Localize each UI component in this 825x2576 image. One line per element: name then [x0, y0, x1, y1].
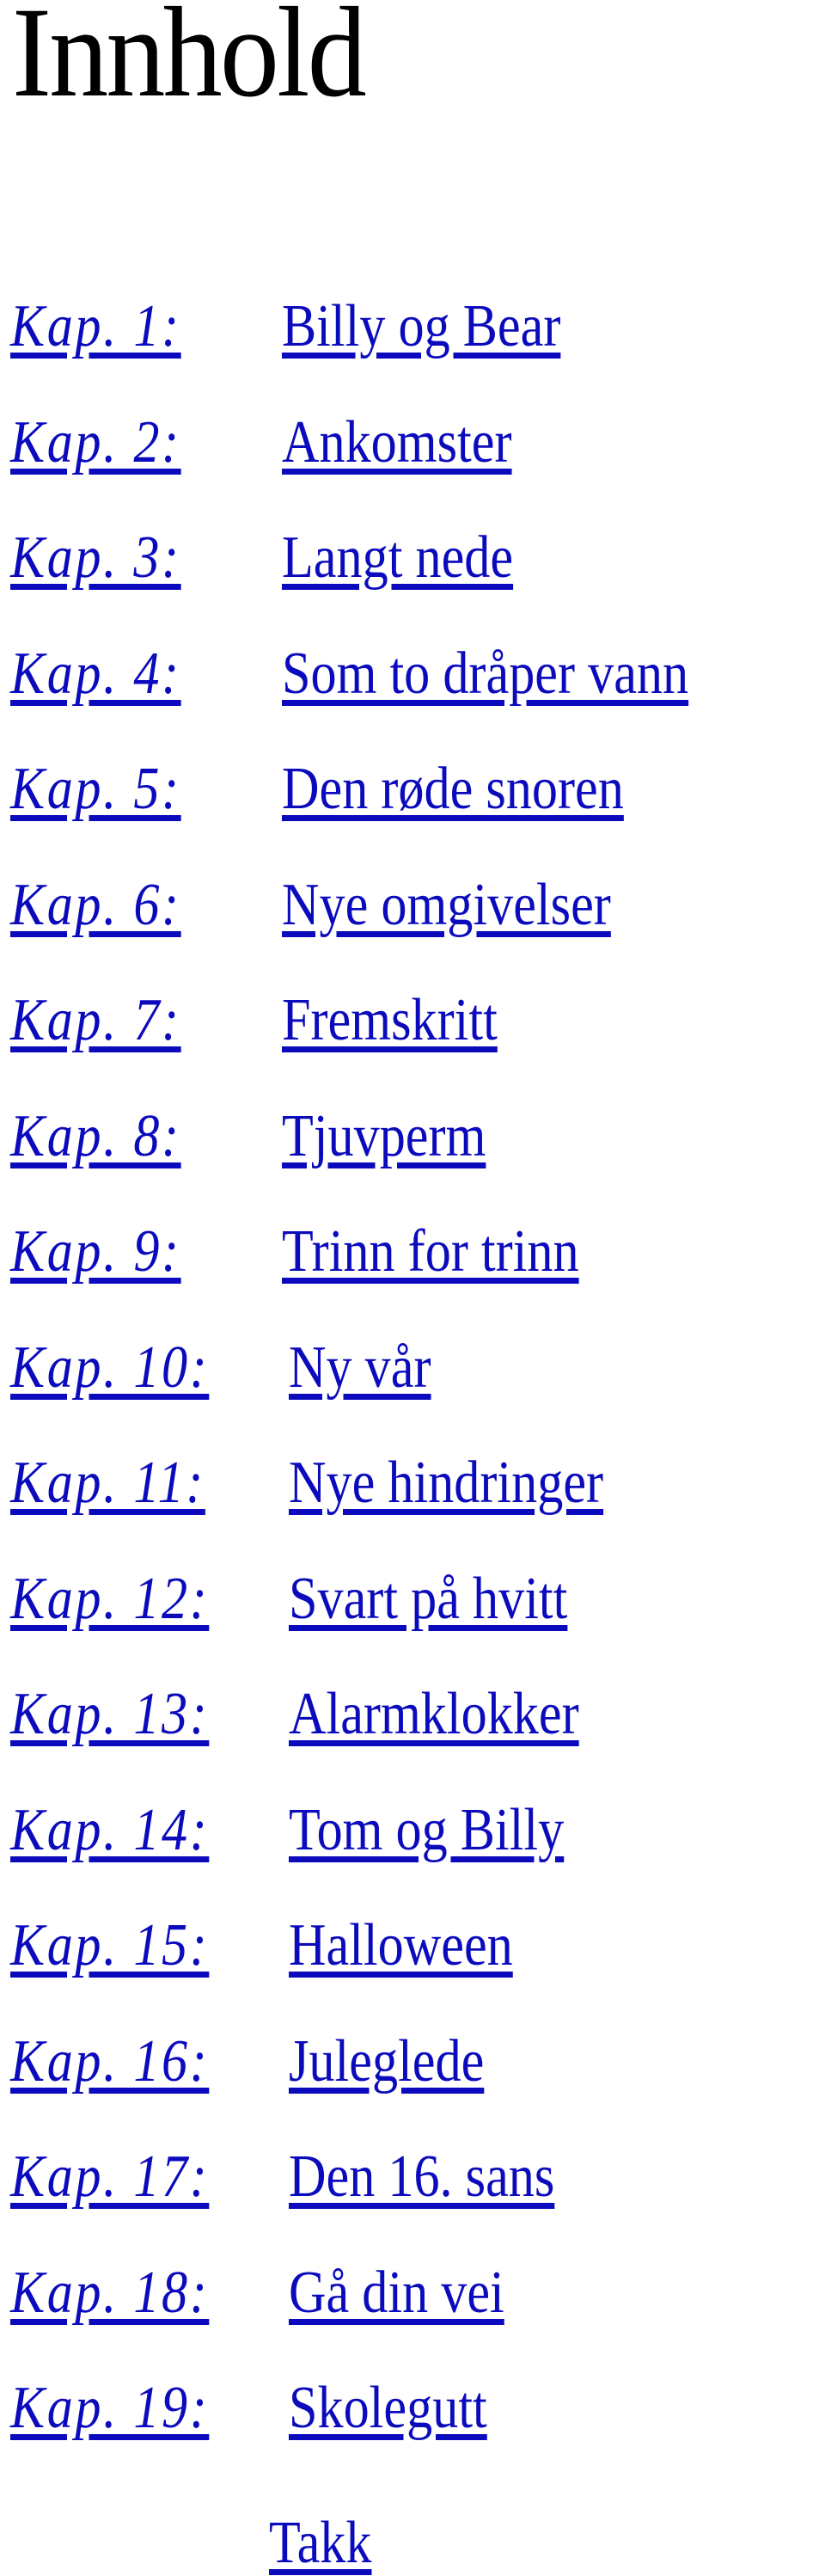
chapter-title-link[interactable]: Trinn for trinn	[282, 1222, 579, 1282]
chapter-row: Kap. 2: Ankomster	[0, 387, 825, 473]
chapter-row: Kap. 17: Den 16. sans	[0, 2121, 825, 2207]
chapter-row: Kap. 14: Tom og Billy	[0, 1775, 825, 1861]
chapter-title-link[interactable]: Nye omgivelser	[282, 874, 611, 935]
chapter-row: Kap. 1: Billy og Bear	[0, 271, 825, 357]
takk-link[interactable]: Takk	[269, 2512, 371, 2573]
chapter-row: Kap. 11: Nye hindringer	[0, 1427, 825, 1513]
chapter-row: Kap. 4: Som to dråper vann	[0, 618, 825, 704]
chapter-number-link[interactable]: Kap. 4:	[10, 643, 181, 704]
chapter-row: Kap. 10: Ny vår	[0, 1312, 825, 1398]
chapter-number-link[interactable]: Kap. 19:	[10, 2378, 209, 2438]
chapter-number-link[interactable]: Kap. 10:	[10, 1337, 209, 1398]
chapter-row: Kap. 8: Tjuvperm	[0, 1081, 825, 1167]
chapter-number-link[interactable]: Kap. 13:	[10, 1684, 209, 1745]
chapter-row: Kap. 16: Juleglede	[0, 2006, 825, 2092]
chapter-number-link[interactable]: Kap. 11:	[10, 1453, 205, 1513]
chapter-title-link[interactable]: Ankomster	[282, 412, 512, 473]
chapter-row: Kap. 18: Gå din vei	[0, 2237, 825, 2323]
chapter-number-link[interactable]: Kap. 12:	[10, 1568, 209, 1629]
chapter-number-link[interactable]: Kap. 2:	[10, 412, 181, 473]
chapter-title-link[interactable]: Juleglede	[289, 2031, 484, 2092]
chapter-row: Kap. 15: Halloween	[0, 1890, 825, 1976]
chapter-number-link[interactable]: Kap. 9:	[10, 1222, 181, 1282]
chapter-title-link[interactable]: Nye hindringer	[289, 1453, 603, 1513]
chapter-title-link[interactable]: Tjuvperm	[282, 1106, 486, 1167]
chapter-number-link[interactable]: Kap. 8:	[10, 1106, 181, 1167]
chapter-row: Kap. 19: Skolegutt	[0, 2352, 825, 2438]
chapter-row: Kap. 12: Svart på hvitt	[0, 1543, 825, 1629]
chapter-number-link[interactable]: Kap. 16:	[10, 2031, 209, 2092]
chapter-row: Kap. 7: Fremskritt	[0, 965, 825, 1051]
chapter-title-link[interactable]: Svart på hvitt	[289, 1568, 567, 1629]
chapter-row: Kap. 13: Alarmklokker	[0, 1659, 825, 1745]
chapter-row: Kap. 6: Nye omgivelser	[0, 849, 825, 935]
chapter-title-link[interactable]: Den 16. sans	[289, 2147, 554, 2207]
chapter-title-link[interactable]: Billy og Bear	[282, 297, 560, 357]
chapter-title-link[interactable]: Den røde snoren	[282, 759, 624, 819]
chapter-number-link[interactable]: Kap. 18:	[10, 2262, 209, 2323]
chapter-row: Kap. 5: Den røde snoren	[0, 733, 825, 819]
chapter-row: Kap. 3: Langt nede	[0, 502, 825, 588]
chapter-number-link[interactable]: Kap. 5:	[10, 759, 181, 819]
chapter-title-link[interactable]: Som to dråper vann	[282, 643, 688, 704]
chapter-title-link[interactable]: Fremskritt	[282, 991, 498, 1051]
chapter-number-link[interactable]: Kap. 14:	[10, 1800, 209, 1861]
chapter-title-link[interactable]: Halloween	[289, 1916, 513, 1976]
chapter-title-link[interactable]: Ny vår	[289, 1337, 431, 1398]
chapter-title-link[interactable]: Alarmklokker	[289, 1684, 579, 1745]
chapter-number-link[interactable]: Kap. 1:	[10, 297, 181, 357]
chapter-title-link[interactable]: Skolegutt	[289, 2378, 487, 2438]
page-title: Innhold	[12, 0, 367, 124]
chapter-number-link[interactable]: Kap. 15:	[10, 1916, 209, 1976]
chapter-number-link[interactable]: Kap. 7:	[10, 991, 181, 1051]
chapter-title-link[interactable]: Langt nede	[282, 528, 513, 588]
chapter-number-link[interactable]: Kap. 6:	[10, 874, 181, 935]
chapter-number-link[interactable]: Kap. 3:	[10, 528, 181, 588]
chapter-title-link[interactable]: Tom og Billy	[289, 1800, 564, 1861]
chapter-row: Kap. 9: Trinn for trinn	[0, 1196, 825, 1282]
chapter-title-link[interactable]: Gå din vei	[289, 2262, 504, 2323]
chapter-number-link[interactable]: Kap. 17:	[10, 2147, 209, 2207]
